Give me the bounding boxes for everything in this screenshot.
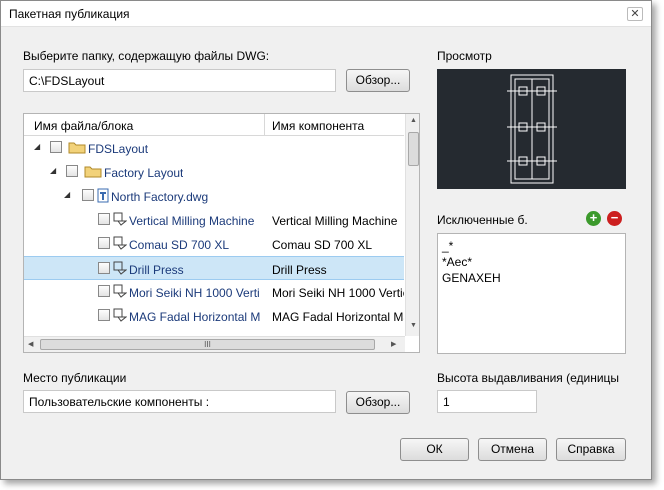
tree-row[interactable]: Mori Seiki NH 1000 Verti Mori Seiki NH 1… <box>24 280 404 304</box>
folder-path-input[interactable]: C:\FDSLayout <box>23 69 336 92</box>
tree-row[interactable]: MAG Fadal Horizontal M MAG Fadal Horizon… <box>24 304 404 328</box>
publish-location-label: Место публикации <box>23 371 127 385</box>
block-icon <box>113 284 127 298</box>
list-item[interactable]: _* <box>442 238 621 254</box>
add-exclusion-button[interactable]: + <box>586 211 601 226</box>
column-header-file[interactable]: Имя файла/блока <box>34 119 133 133</box>
folder-icon <box>68 142 86 154</box>
row-checkbox[interactable] <box>98 309 110 321</box>
tree-row[interactable]: Vertical Milling Machine Vertical Millin… <box>24 208 404 232</box>
row-checkbox[interactable] <box>66 165 78 177</box>
tree-header: Имя файла/блока Имя компонента <box>24 114 404 136</box>
collapse-arrow-icon[interactable]: ◢ <box>34 142 40 151</box>
collapse-arrow-icon[interactable]: ◢ <box>50 166 56 175</box>
layout-preview-image <box>507 74 557 184</box>
component-name: MAG Fadal Horizontal Ma <box>272 310 404 324</box>
tree-vertical-scrollbar[interactable]: ▲ ▼ <box>405 114 419 336</box>
row-checkbox[interactable] <box>98 213 110 225</box>
preview-panel <box>437 69 626 189</box>
extrude-height-label: Высота выдавливания (единицы ( <box>437 371 623 385</box>
component-name: Comau SD 700 XL <box>272 238 373 252</box>
preview-label: Просмотр <box>437 49 492 63</box>
title-bar: Пакетная публикация ✕ <box>1 1 651 27</box>
tree-node-label: FDSLayout <box>88 142 149 156</box>
block-icon <box>113 212 127 226</box>
publish-browse-button[interactable]: Обзор... <box>346 391 410 414</box>
scroll-up-icon[interactable]: ▲ <box>410 117 417 124</box>
batch-publish-dialog: Пакетная публикация ✕ Выберите папку, со… <box>0 0 652 480</box>
folder-browse-button[interactable]: Обзор... <box>346 69 410 92</box>
tree-node-label: Mori Seiki NH 1000 Verti <box>129 286 260 300</box>
remove-exclusion-button[interactable]: − <box>607 211 622 226</box>
row-checkbox[interactable] <box>50 141 62 153</box>
list-item[interactable]: *Aec* <box>442 254 621 270</box>
tree-row-selected[interactable]: Drill Press Drill Press <box>24 256 404 280</box>
block-icon <box>113 236 127 250</box>
component-name: Drill Press <box>272 263 327 277</box>
ok-button[interactable]: ОК <box>400 438 469 461</box>
row-checkbox[interactable] <box>98 237 110 249</box>
file-block-tree[interactable]: Имя файла/блока Имя компонента ◢ FDSLayo… <box>23 113 420 353</box>
tree-node-label: MAG Fadal Horizontal M <box>129 310 261 324</box>
row-checkbox[interactable] <box>98 262 110 274</box>
tree-row[interactable]: Comau SD 700 XL Comau SD 700 XL <box>24 232 404 256</box>
scroll-right-icon[interactable]: ▶ <box>391 340 396 348</box>
row-checkbox[interactable] <box>98 285 110 297</box>
tree-row[interactable]: ◢ North Factory.dwg <box>24 184 404 208</box>
horizontal-scroll-thumb[interactable]: III <box>40 339 375 350</box>
scroll-left-icon[interactable]: ◀ <box>28 340 33 348</box>
component-name: Vertical Milling Machine <box>272 214 398 228</box>
window-title: Пакетная публикация <box>9 7 130 21</box>
excluded-label: Исключенные б. <box>437 213 528 227</box>
tree-node-label: Drill Press <box>129 263 184 277</box>
cancel-button[interactable]: Отмена <box>478 438 547 461</box>
block-icon <box>113 261 127 275</box>
tree-row[interactable]: ◢ Factory Layout <box>24 160 404 184</box>
block-icon <box>113 308 127 322</box>
list-item[interactable]: GENAXEH <box>442 270 621 286</box>
tree-node-label: Factory Layout <box>104 166 184 180</box>
folder-label: Выберите папку, содержащую файлы DWG: <box>23 49 270 63</box>
collapse-arrow-icon[interactable]: ◢ <box>64 190 70 199</box>
excluded-blocks-list[interactable]: _* *Aec* GENAXEH <box>437 233 626 354</box>
tree-node-label: North Factory.dwg <box>111 190 209 204</box>
publish-location-input[interactable]: Пользовательские компоненты : <box>23 390 336 413</box>
close-button[interactable]: ✕ <box>627 7 643 21</box>
dwg-file-icon <box>97 188 109 203</box>
tree-horizontal-scrollbar[interactable]: ◀ III ▶ <box>24 336 405 352</box>
vertical-scroll-thumb[interactable] <box>408 132 419 166</box>
folder-icon <box>84 166 102 178</box>
help-button[interactable]: Справка <box>556 438 626 461</box>
tree-row[interactable]: ◢ FDSLayout <box>24 136 404 160</box>
row-checkbox[interactable] <box>82 189 94 201</box>
column-header-component[interactable]: Имя компонента <box>272 119 364 133</box>
tree-node-label: Comau SD 700 XL <box>129 238 230 252</box>
component-name: Mori Seiki NH 1000 Vertic <box>272 286 404 300</box>
scroll-down-icon[interactable]: ▼ <box>410 322 417 329</box>
tree-node-label: Vertical Milling Machine <box>129 214 255 228</box>
extrude-height-input[interactable]: 1 <box>437 390 537 413</box>
